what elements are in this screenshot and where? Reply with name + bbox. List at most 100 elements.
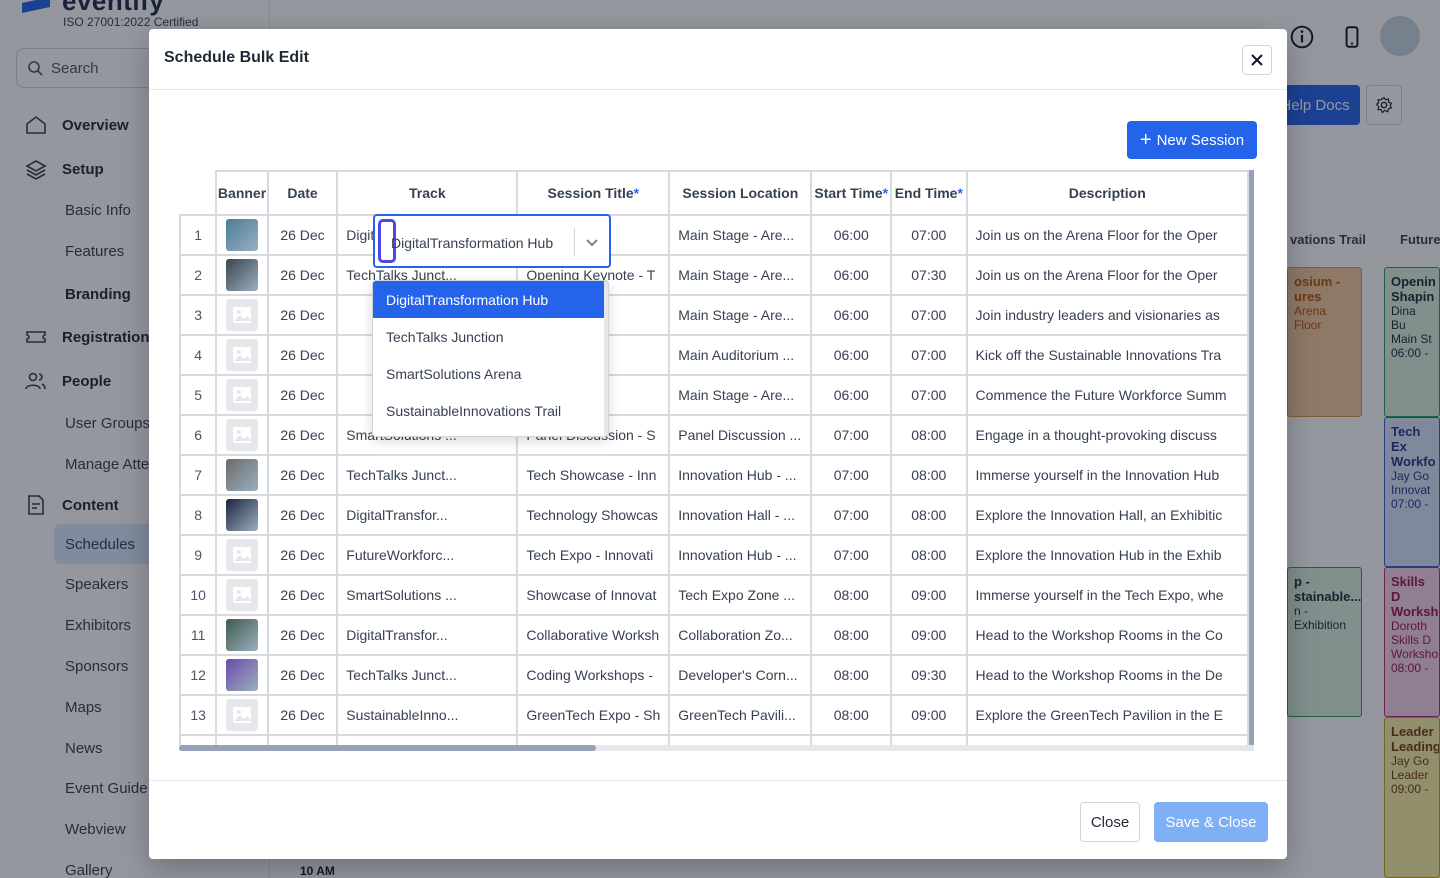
- date-cell[interactable]: 26 Dec: [266, 694, 339, 736]
- session-title-cell[interactable]: Tech Expo - Innovati: [516, 534, 671, 576]
- session-title-cell[interactable]: GreenTech Expo - Sh: [516, 694, 671, 736]
- description-cell[interactable]: Join us on the Arena Floor for the Oper: [965, 254, 1249, 296]
- session-location-cell[interactable]: Main Stage - Are...: [668, 214, 813, 256]
- session-location-cell[interactable]: Main Stage - Are...: [668, 294, 813, 336]
- session-title-cell[interactable]: Technology Showcas: [516, 494, 671, 536]
- row-number[interactable]: 2: [179, 254, 218, 296]
- date-cell[interactable]: 26 Dec: [266, 254, 339, 296]
- session-location-cell[interactable]: Main Auditorium ...: [668, 334, 813, 376]
- start-time-cell[interactable]: 06:00: [810, 294, 893, 336]
- end-time-cell[interactable]: 09:30: [890, 654, 968, 696]
- track-cell[interactable]: SustainableInno...: [336, 694, 519, 736]
- banner-cell[interactable]: [215, 654, 269, 696]
- date-cell[interactable]: 26 Dec: [266, 654, 339, 696]
- schedule-grid[interactable]: Banner Date Track Session Title* Session…: [179, 170, 1254, 750]
- end-time-cell[interactable]: 08:00: [890, 494, 968, 536]
- row-number[interactable]: 4: [179, 334, 218, 376]
- date-cell[interactable]: 26 Dec: [266, 414, 339, 456]
- description-cell[interactable]: Join industry leaders and visionaries as: [965, 294, 1249, 336]
- session-location-cell[interactable]: Main Stage - Are...: [668, 374, 813, 416]
- track-option[interactable]: SmartSolutions Arena: [373, 355, 608, 392]
- description-cell[interactable]: Commence the Future Workforce Summ: [965, 374, 1249, 416]
- row-number[interactable]: 13: [179, 694, 218, 736]
- banner-cell[interactable]: [215, 494, 269, 536]
- banner-cell[interactable]: [215, 374, 269, 416]
- end-time-cell[interactable]: 08:00: [890, 534, 968, 576]
- description-cell[interactable]: Explore the Innovation Hub in the Exhib: [965, 534, 1249, 576]
- date-cell[interactable]: 26 Dec: [266, 574, 339, 616]
- start-time-cell[interactable]: 06:00: [810, 334, 893, 376]
- row-number[interactable]: 12: [179, 654, 218, 696]
- date-cell[interactable]: 26 Dec: [266, 494, 339, 536]
- date-cell[interactable]: 26 Dec: [266, 294, 339, 336]
- date-cell[interactable]: 26 Dec: [266, 334, 339, 376]
- track-cell[interactable]: TechTalks Junct...: [336, 454, 519, 496]
- description-cell[interactable]: Explore the GreenTech Pavilion in the E: [965, 694, 1249, 736]
- banner-cell[interactable]: [215, 334, 269, 376]
- modal-close-button[interactable]: [1242, 45, 1272, 75]
- banner-cell[interactable]: [215, 254, 269, 296]
- row-number[interactable]: 5: [179, 374, 218, 416]
- track-option[interactable]: DigitalTransformation Hub: [373, 281, 608, 318]
- track-editor-value[interactable]: DigitalTransformation Hub: [391, 235, 553, 251]
- description-cell[interactable]: Kick off the Sustainable Innovations Tra: [965, 334, 1249, 376]
- start-time-cell[interactable]: 07:00: [810, 414, 893, 456]
- banner-cell[interactable]: [215, 414, 269, 456]
- end-time-cell[interactable]: 07:00: [890, 334, 968, 376]
- session-location-cell[interactable]: Panel Discussion ...: [668, 414, 813, 456]
- horizontal-scrollbar[interactable]: [179, 745, 1254, 751]
- row-number[interactable]: 1: [179, 214, 218, 256]
- start-time-cell[interactable]: 07:00: [810, 494, 893, 536]
- description-cell[interactable]: Explore the Innovation Hall, an Exhibiti…: [965, 494, 1249, 536]
- start-time-cell[interactable]: 06:00: [810, 254, 893, 296]
- end-time-cell[interactable]: 09:00: [890, 614, 968, 656]
- date-cell[interactable]: 26 Dec: [266, 214, 339, 256]
- end-time-cell[interactable]: 08:00: [890, 454, 968, 496]
- row-number[interactable]: 11: [179, 614, 218, 656]
- session-title-cell[interactable]: Coding Workshops -: [516, 654, 671, 696]
- start-time-cell[interactable]: 08:00: [810, 654, 893, 696]
- column-header-banner[interactable]: Banner: [215, 170, 269, 216]
- date-cell[interactable]: 26 Dec: [266, 534, 339, 576]
- start-time-cell[interactable]: 08:00: [810, 614, 893, 656]
- track-cell[interactable]: FutureWorkforc...: [336, 534, 519, 576]
- description-cell[interactable]: Engage in a thought-provoking discuss: [965, 414, 1249, 456]
- session-location-cell[interactable]: GreenTech Pavili...: [668, 694, 813, 736]
- start-time-cell[interactable]: 07:00: [810, 534, 893, 576]
- track-cell[interactable]: DigitalTransfor...: [336, 614, 519, 656]
- chevron-down-icon[interactable]: [583, 233, 601, 251]
- track-cell[interactable]: TechTalks Junct...: [336, 654, 519, 696]
- track-cell[interactable]: SmartSolutions ...: [336, 574, 519, 616]
- end-time-cell[interactable]: 07:00: [890, 294, 968, 336]
- horizontal-scrollbar-thumb[interactable]: [179, 745, 596, 751]
- session-title-cell[interactable]: Tech Showcase - Inn: [516, 454, 671, 496]
- description-cell[interactable]: Head to the Workshop Rooms in the Co: [965, 614, 1249, 656]
- banner-cell[interactable]: [215, 574, 269, 616]
- description-cell[interactable]: Immerse yourself in the Innovation Hub: [965, 454, 1249, 496]
- column-header-end-time[interactable]: End Time*: [890, 170, 968, 216]
- banner-cell[interactable]: [215, 534, 269, 576]
- banner-cell[interactable]: [215, 614, 269, 656]
- end-time-cell[interactable]: 07:00: [890, 214, 968, 256]
- column-header-session-location[interactable]: Session Location: [668, 170, 813, 216]
- end-time-cell[interactable]: 07:30: [890, 254, 968, 296]
- row-number[interactable]: 3: [179, 294, 218, 336]
- track-cell[interactable]: DigitalTransfor...: [336, 494, 519, 536]
- description-cell[interactable]: Immerse yourself in the Tech Expo, whe: [965, 574, 1249, 616]
- column-header-start-time[interactable]: Start Time*: [810, 170, 893, 216]
- date-cell[interactable]: 26 Dec: [266, 614, 339, 656]
- row-number[interactable]: 6: [179, 414, 218, 456]
- track-cell-editor[interactable]: DigitalTransformation Hub: [373, 214, 611, 268]
- session-location-cell[interactable]: Tech Expo Zone ...: [668, 574, 813, 616]
- end-time-cell[interactable]: 08:00: [890, 414, 968, 456]
- end-time-cell[interactable]: 09:00: [890, 574, 968, 616]
- column-header-description[interactable]: Description: [965, 170, 1249, 216]
- row-number[interactable]: 10: [179, 574, 218, 616]
- start-time-cell[interactable]: 06:00: [810, 214, 893, 256]
- banner-cell[interactable]: [215, 694, 269, 736]
- banner-cell[interactable]: [215, 294, 269, 336]
- start-time-cell[interactable]: 06:00: [810, 374, 893, 416]
- row-number[interactable]: 9: [179, 534, 218, 576]
- start-time-cell[interactable]: 07:00: [810, 454, 893, 496]
- session-title-cell[interactable]: Collaborative Worksh: [516, 614, 671, 656]
